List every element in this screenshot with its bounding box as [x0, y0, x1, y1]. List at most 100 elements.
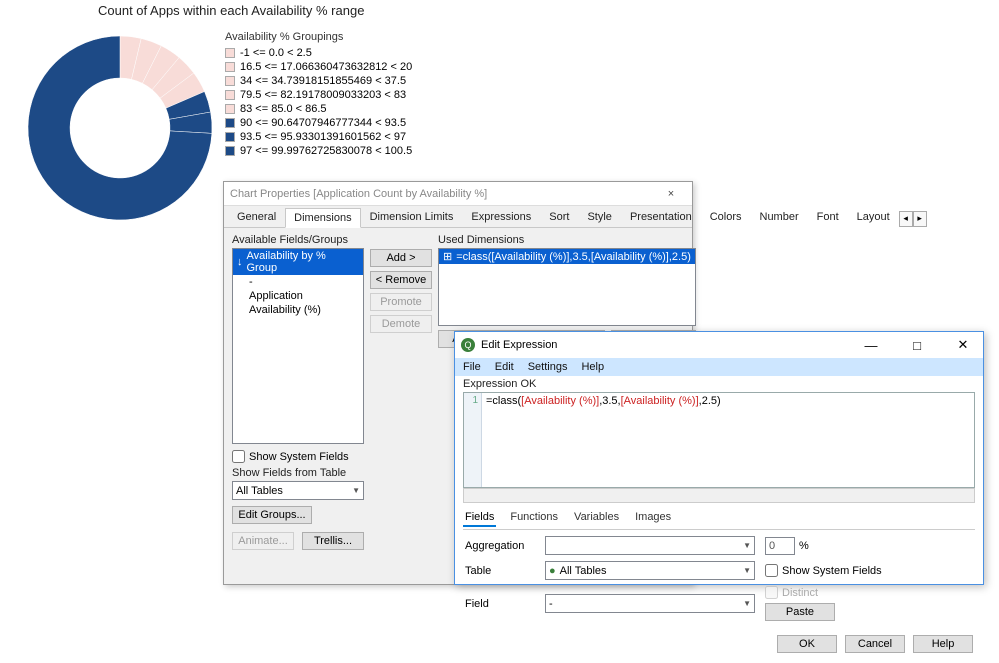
used-dimensions-list[interactable]: ⊞=class([Availability (%)],3.5,[Availabi…: [438, 248, 696, 326]
list-item[interactable]: Availability (%): [233, 303, 363, 317]
legend-swatch: [225, 90, 235, 100]
list-item[interactable]: -: [233, 275, 363, 289]
promote-button[interactable]: Promote: [370, 293, 432, 311]
helper-tabs: Fields Functions Variables Images: [463, 509, 975, 530]
distinct-checkbox[interactable]: Distinct: [765, 586, 973, 599]
list-item[interactable]: Application: [233, 289, 363, 303]
dialog-title: Chart Properties [Application Count by A…: [230, 188, 487, 200]
app-icon: Q: [461, 338, 475, 352]
legend-swatch: [225, 62, 235, 72]
list-item[interactable]: ⊞=class([Availability (%)],3.5,[Availabi…: [439, 249, 695, 264]
legend-label: -1 <= 0.0 < 2.5: [240, 46, 312, 60]
show-fields-table-select[interactable]: All Tables▼: [232, 481, 364, 500]
legend-swatch: [225, 146, 235, 156]
legend-swatch: [225, 132, 235, 142]
menu-edit[interactable]: Edit: [495, 361, 514, 373]
tab-number[interactable]: Number: [751, 207, 808, 227]
show-system-fields-checkbox[interactable]: Show System Fields: [232, 450, 364, 463]
percent-suffix: %: [799, 540, 809, 552]
animate-button[interactable]: Animate...: [232, 532, 294, 550]
paste-button[interactable]: Paste: [765, 603, 835, 621]
cancel-button[interactable]: Cancel: [845, 635, 905, 653]
legend-item: 90 <= 90.64707946777344 < 93.5: [225, 116, 412, 130]
list-item[interactable]: ↓Availability by % Group: [233, 249, 363, 275]
demote-button[interactable]: Demote: [370, 315, 432, 333]
helper-tab-variables[interactable]: Variables: [572, 509, 621, 527]
legend-swatch: [225, 76, 235, 86]
tab-font[interactable]: Font: [808, 207, 848, 227]
legend-item: 93.5 <= 95.93301391601562 < 97: [225, 130, 412, 144]
dialog-titlebar[interactable]: Chart Properties [Application Count by A…: [224, 182, 692, 206]
available-fields-label: Available Fields/Groups: [232, 234, 364, 246]
legend-swatch: [225, 118, 235, 128]
percent-input[interactable]: [765, 537, 795, 555]
available-fields-list[interactable]: ↓Availability by % Group - Application A…: [232, 248, 364, 444]
tab-scroll-right-icon[interactable]: ▸: [913, 211, 927, 227]
show-fields-table-label: Show Fields from Table: [232, 467, 364, 479]
tab-presentation[interactable]: Presentation: [621, 207, 701, 227]
close-icon[interactable]: ✕: [943, 337, 983, 353]
aggregation-label: Aggregation: [465, 540, 535, 552]
show-system-fields-checkbox-2[interactable]: Show System Fields: [765, 564, 973, 577]
help-button[interactable]: Help: [913, 635, 973, 653]
tab-dimensions[interactable]: Dimensions: [285, 208, 360, 228]
field-label: Field: [465, 598, 535, 610]
dialog-footer: OK Cancel Help: [455, 629, 983, 663]
helper-tab-fields[interactable]: Fields: [463, 509, 496, 527]
legend-label: 93.5 <= 95.93301391601562 < 97: [240, 130, 406, 144]
maximize-icon[interactable]: □: [897, 338, 937, 353]
edit-expression-window: Q Edit Expression — □ ✕ File Edit Settin…: [454, 331, 984, 585]
menu-help[interactable]: Help: [581, 361, 604, 373]
tab-scroll-left-icon[interactable]: ◂: [899, 211, 913, 227]
legend-item: -1 <= 0.0 < 2.5: [225, 46, 412, 60]
helper-tab-images[interactable]: Images: [633, 509, 673, 527]
legend-label: 90 <= 90.64707946777344 < 93.5: [240, 116, 406, 130]
legend-item: 34 <= 34.73918151855469 < 37.5: [225, 74, 412, 88]
expression-status: Expression OK: [455, 376, 983, 392]
tab-expressions[interactable]: Expressions: [462, 207, 540, 227]
tab-general[interactable]: General: [228, 207, 285, 227]
legend-item: 83 <= 85.0 < 86.5: [225, 102, 412, 116]
edit-groups-button[interactable]: Edit Groups...: [232, 506, 312, 524]
field-select[interactable]: -▼: [545, 594, 755, 613]
table-label: Table: [465, 565, 535, 577]
table-select[interactable]: ●All Tables▼: [545, 561, 755, 580]
tab-dimension-limits[interactable]: Dimension Limits: [361, 207, 463, 227]
helper-fields-panel: Aggregation ▼ % Table ●All Tables▼ Show …: [455, 530, 983, 629]
aggregation-select[interactable]: ▼: [545, 536, 755, 555]
menu-settings[interactable]: Settings: [528, 361, 568, 373]
legend-label: 83 <= 85.0 < 86.5: [240, 102, 327, 116]
used-dimensions-label: Used Dimensions: [438, 234, 696, 246]
legend-item: 16.5 <= 17.066360473632812 < 20: [225, 60, 412, 74]
menu-file[interactable]: File: [463, 361, 481, 373]
legend-item: 97 <= 99.99762725830078 < 100.5: [225, 144, 412, 158]
tab-scroll: ◂ ▸: [899, 211, 927, 227]
close-icon[interactable]: ×: [656, 188, 686, 200]
minimize-icon[interactable]: —: [851, 338, 891, 353]
horizontal-scrollbar[interactable]: [463, 488, 975, 503]
legend-label: 79.5 <= 82.19178009033203 < 83: [240, 88, 406, 102]
tab-colors[interactable]: Colors: [701, 207, 751, 227]
donut-chart: [20, 28, 220, 228]
legend-label: 16.5 <= 17.066360473632812 < 20: [240, 60, 412, 74]
tab-layout[interactable]: Layout: [848, 207, 899, 227]
menubar: File Edit Settings Help: [455, 358, 983, 376]
remove-button[interactable]: < Remove: [370, 271, 432, 289]
add-button[interactable]: Add >: [370, 249, 432, 267]
tab-sort[interactable]: Sort: [540, 207, 578, 227]
legend-label: 34 <= 34.73918151855469 < 37.5: [240, 74, 406, 88]
chart-legend: Availability % Groupings -1 <= 0.0 < 2.5…: [225, 30, 412, 158]
legend-label: 97 <= 99.99762725830078 < 100.5: [240, 144, 412, 158]
edit-expression-titlebar[interactable]: Q Edit Expression — □ ✕: [455, 332, 983, 358]
expression-editor[interactable]: 1 =class([Availability (%)],3.5,[Availab…: [463, 392, 975, 488]
legend-title: Availability % Groupings: [225, 30, 412, 44]
line-gutter: 1: [464, 393, 482, 487]
helper-tab-functions[interactable]: Functions: [508, 509, 560, 527]
legend-item: 79.5 <= 82.19178009033203 < 83: [225, 88, 412, 102]
legend-swatch: [225, 48, 235, 58]
trellis-button[interactable]: Trellis...: [302, 532, 364, 550]
ok-button[interactable]: OK: [777, 635, 837, 653]
legend-swatch: [225, 104, 235, 114]
tab-style[interactable]: Style: [578, 207, 620, 227]
chart-title: Count of Apps within each Availability %…: [98, 3, 364, 18]
